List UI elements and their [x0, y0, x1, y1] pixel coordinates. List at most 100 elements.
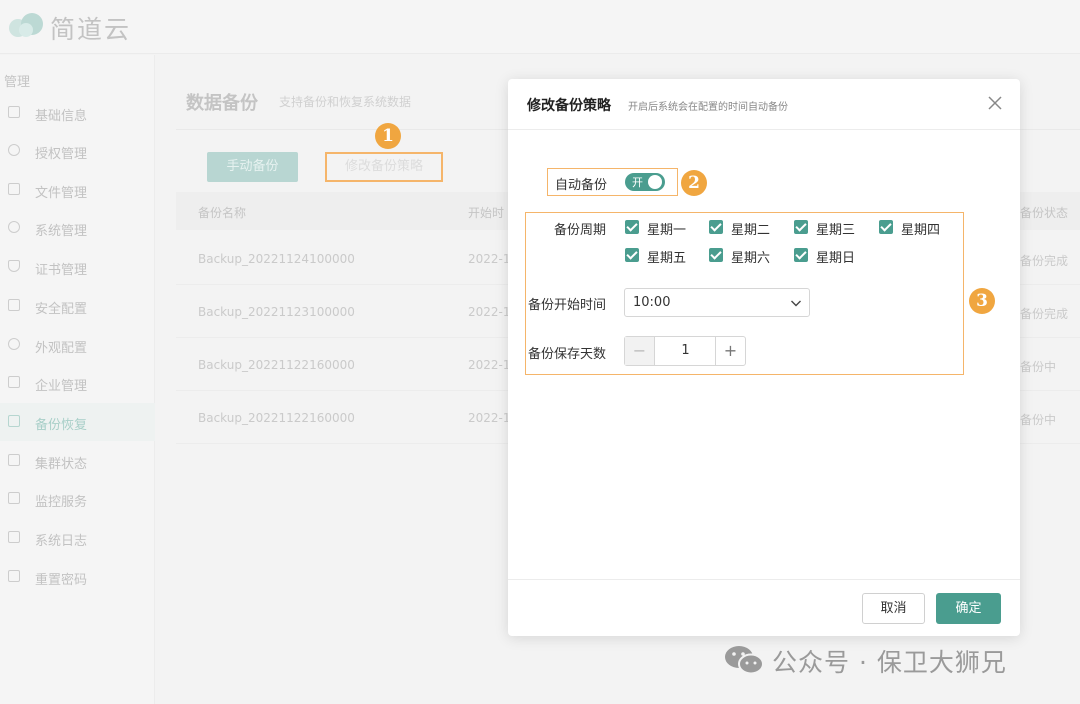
- dialog-footer-divider: [508, 579, 1020, 580]
- dialog-header-divider: [508, 129, 1020, 130]
- edit-policy-dialog: 修改备份策略 开启后系统会在配置的时间自动备份 自动备份 开 备份周期 星期一 …: [508, 79, 1020, 636]
- check-icon: [794, 248, 808, 262]
- monitor-icon: [8, 492, 20, 504]
- backup-start: 2022-1: [468, 411, 511, 425]
- sidebar-item-label: 文件管理: [35, 186, 88, 201]
- sidebar-item-reset-password[interactable]: 重置密码: [0, 558, 155, 596]
- step-badge-1: 1: [375, 123, 401, 149]
- cancel-button[interactable]: 取消: [862, 593, 925, 624]
- backup-start: 2022-1: [468, 305, 511, 319]
- checkbox-thursday[interactable]: 星期四: [879, 218, 949, 238]
- step-badge-2: 2: [681, 170, 707, 196]
- sidebar-item-backup[interactable]: 备份恢复: [0, 403, 155, 441]
- dialog-subtitle: 开启后系统会在配置的时间自动备份: [628, 102, 788, 113]
- step-badge-3: 3: [969, 288, 995, 314]
- manual-backup-button[interactable]: 手动备份: [207, 152, 298, 182]
- backup-status: 备份中: [1020, 413, 1057, 427]
- checkbox-tuesday[interactable]: 星期二: [709, 218, 779, 238]
- retention-value[interactable]: 1: [656, 337, 715, 365]
- confirm-button[interactable]: 确定: [936, 593, 1001, 624]
- log-icon: [8, 531, 20, 543]
- backup-start: 2022-1: [468, 358, 511, 372]
- day-label: 星期六: [731, 251, 771, 266]
- building-icon: [8, 376, 20, 388]
- toggle-on-text: 开: [632, 176, 643, 189]
- sidebar-item-enterprise[interactable]: 企业管理: [0, 364, 155, 402]
- sidebar-item-security[interactable]: 安全配置: [0, 287, 155, 325]
- backup-name: Backup_20221122160000: [198, 411, 355, 425]
- file-icon: [8, 183, 20, 195]
- sidebar-item-label: 备份恢复: [35, 418, 88, 433]
- start-time-select[interactable]: 10:00: [624, 288, 810, 317]
- sidebar-item-label: 授权管理: [35, 147, 88, 162]
- sidebar-item-license[interactable]: 授权管理: [0, 132, 155, 170]
- backup-icon: [8, 415, 20, 427]
- check-icon: [879, 220, 893, 234]
- sidebar-item-logs[interactable]: 系统日志: [0, 519, 155, 557]
- sidebar: 管理 基础信息 授权管理 文件管理 系统管理 证书管理 安全配置 外观配置 企业…: [0, 55, 155, 704]
- chevron-down-icon: [791, 300, 801, 307]
- retention-stepper: − 1 +: [624, 336, 746, 366]
- auto-backup-label: 自动备份: [555, 178, 608, 193]
- sidebar-section-title: 管理: [4, 75, 31, 90]
- sidebar-item-system[interactable]: 系统管理: [0, 209, 155, 247]
- sidebar-item-label: 系统管理: [35, 224, 88, 239]
- checkbox-wednesday[interactable]: 星期三: [794, 218, 864, 238]
- check-icon: [625, 220, 639, 234]
- backup-name: Backup_20221122160000: [198, 358, 355, 372]
- brand-name: 简道云: [50, 15, 132, 44]
- shield-icon: [8, 260, 20, 272]
- backup-status: 备份中: [1020, 360, 1057, 374]
- auto-backup-toggle[interactable]: 开: [625, 173, 665, 191]
- info-icon: [8, 106, 20, 118]
- check-icon: [709, 248, 723, 262]
- column-header-start: 开始时: [468, 206, 505, 220]
- backup-status: 备份完成: [1020, 307, 1069, 321]
- dialog-title: 修改备份策略: [527, 98, 611, 114]
- column-header-status: 备份状态: [1020, 206, 1069, 220]
- column-header-name: 备份名称: [198, 206, 247, 220]
- sidebar-item-label: 证书管理: [35, 263, 88, 278]
- day-label: 星期五: [647, 251, 687, 266]
- increment-button[interactable]: +: [715, 337, 745, 365]
- sidebar-item-files[interactable]: 文件管理: [0, 171, 155, 209]
- sidebar-item-label: 安全配置: [35, 302, 88, 317]
- sidebar-item-label: 企业管理: [35, 379, 88, 394]
- checkbox-monday[interactable]: 星期一: [625, 218, 695, 238]
- top-bar: 简道云: [0, 0, 1080, 54]
- sidebar-item-label: 监控服务: [35, 495, 88, 510]
- day-label: 星期一: [647, 223, 687, 238]
- palette-icon: [8, 338, 20, 350]
- backup-start: 2022-1: [468, 252, 511, 266]
- cluster-icon: [8, 454, 20, 466]
- user-icon: [8, 144, 20, 156]
- retention-label: 备份保存天数: [528, 347, 607, 362]
- checkbox-sunday[interactable]: 星期日: [794, 246, 864, 266]
- day-label: 星期三: [816, 223, 856, 238]
- backup-name: Backup_20221124100000: [198, 252, 355, 266]
- sidebar-item-certificates[interactable]: 证书管理: [0, 248, 155, 286]
- start-time-label: 备份开始时间: [528, 298, 607, 313]
- lock-icon: [8, 570, 20, 582]
- cycle-label: 备份周期: [554, 223, 607, 238]
- start-time-value: 10:00: [633, 295, 671, 310]
- decrement-button[interactable]: −: [625, 337, 655, 365]
- sidebar-item-appearance[interactable]: 外观配置: [0, 326, 155, 364]
- day-label: 星期四: [901, 223, 941, 238]
- gear-icon: [8, 221, 20, 233]
- backup-status: 备份完成: [1020, 254, 1069, 268]
- sidebar-item-label: 系统日志: [35, 534, 88, 549]
- sidebar-item-basic-info[interactable]: 基础信息: [0, 94, 155, 132]
- close-icon[interactable]: [986, 94, 1004, 112]
- check-icon: [794, 220, 808, 234]
- sidebar-item-label: 基础信息: [35, 109, 88, 124]
- edit-policy-button[interactable]: 修改备份策略: [325, 152, 443, 182]
- sidebar-item-cluster[interactable]: 集群状态: [0, 442, 155, 480]
- watermark-text: 公众号 · 保卫大狮兄: [772, 648, 1007, 677]
- page-title: 数据备份: [186, 93, 258, 114]
- checkbox-saturday[interactable]: 星期六: [709, 246, 779, 266]
- checkbox-friday[interactable]: 星期五: [625, 246, 695, 266]
- lock-config-icon: [8, 299, 20, 311]
- sidebar-item-monitor[interactable]: 监控服务: [0, 480, 155, 518]
- brand-logo-icon: [9, 13, 43, 37]
